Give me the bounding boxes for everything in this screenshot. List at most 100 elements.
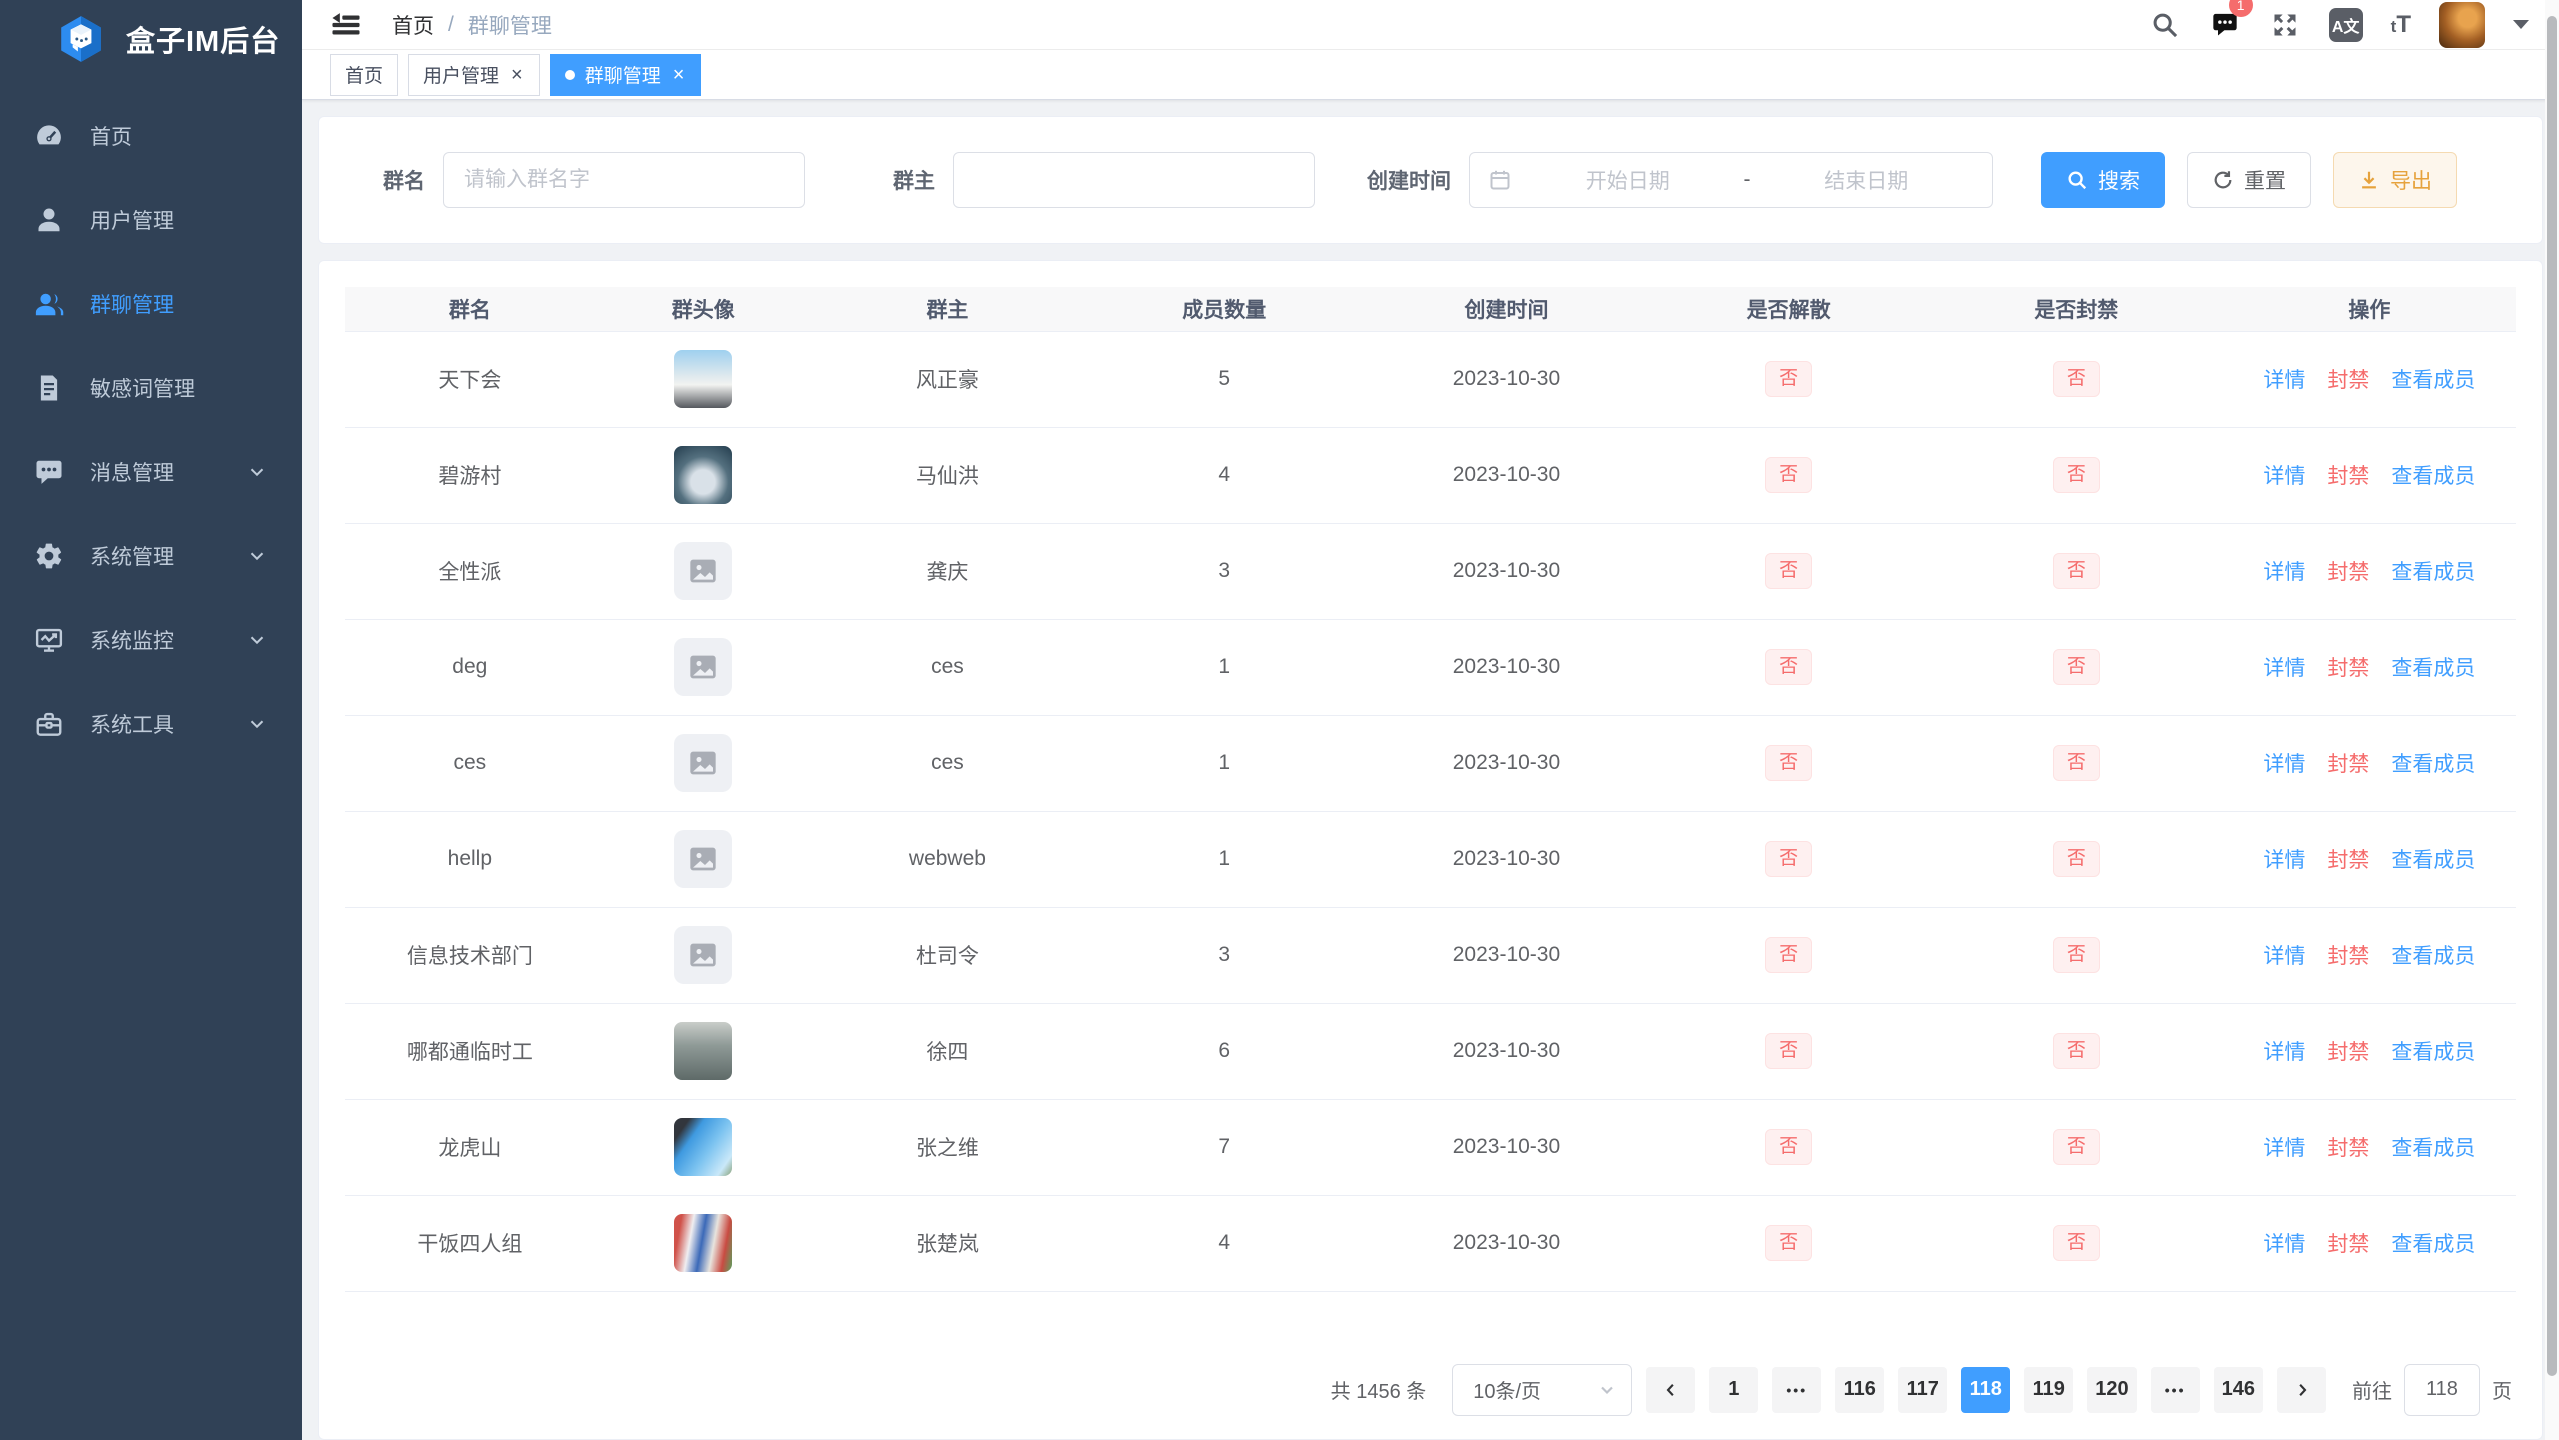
scrollbar-track[interactable] (2545, 0, 2559, 1440)
ban-link[interactable]: 封禁 (2327, 945, 2369, 968)
tab-1[interactable]: 用户管理× (408, 54, 540, 96)
detail-link[interactable]: 详情 (2263, 945, 2305, 968)
jump-suffix: 页 (2492, 1375, 2512, 1404)
group-avatar-cell (595, 1099, 812, 1195)
group-name-cell: ces (345, 715, 595, 811)
page-jumper: 前往 页 (2352, 1364, 2512, 1416)
sidebar-item-1[interactable]: 用户管理 (0, 178, 302, 262)
page-button-119[interactable]: 119 (2024, 1367, 2073, 1413)
jump-page-input[interactable] (2404, 1364, 2480, 1416)
detail-link[interactable]: 详情 (2263, 369, 2305, 392)
column-header-0: 群名 (345, 287, 595, 331)
view-members-link[interactable]: 查看成员 (2391, 1233, 2475, 1256)
tab-2[interactable]: 群聊管理× (550, 54, 702, 96)
banned-badge: 否 (2053, 1129, 2100, 1166)
message-icon[interactable]: 1 (2209, 9, 2241, 41)
next-page-button[interactable] (2277, 1367, 2326, 1413)
detail-link[interactable]: 详情 (2263, 465, 2305, 488)
actions-cell: 详情封禁查看成员 (2223, 715, 2516, 811)
toolbox-icon (34, 709, 64, 739)
prev-page-button[interactable] (1646, 1367, 1695, 1413)
sidebar-item-0[interactable]: 首页 (0, 94, 302, 178)
banned-cell: 否 (1930, 427, 2223, 523)
sidebar-fold-icon[interactable] (330, 9, 362, 41)
group-name-input[interactable] (443, 152, 805, 208)
page-button-116[interactable]: 116 (1835, 1367, 1884, 1413)
search-icon[interactable] (2149, 9, 2181, 41)
chevron-down-icon (246, 545, 268, 567)
page-button-120[interactable]: 120 (2087, 1367, 2136, 1413)
search-form-card: 群名 群主 创建时间 开始日期 - 结束日期 搜索 (318, 116, 2543, 244)
export-button[interactable]: 导出 (2333, 152, 2457, 208)
scrollbar-thumb[interactable] (2547, 16, 2557, 1376)
close-icon[interactable]: × (509, 65, 525, 85)
detail-link[interactable]: 详情 (2263, 561, 2305, 584)
group-name-cell: 干饭四人组 (345, 1195, 595, 1291)
ban-link[interactable]: 封禁 (2327, 1233, 2369, 1256)
ban-link[interactable]: 封禁 (2327, 753, 2369, 776)
ban-link[interactable]: 封禁 (2327, 369, 2369, 392)
start-date-placeholder[interactable]: 开始日期 (1520, 165, 1736, 195)
detail-link[interactable]: 详情 (2263, 1137, 2305, 1160)
view-members-link[interactable]: 查看成员 (2391, 369, 2475, 392)
ban-link[interactable]: 封禁 (2327, 849, 2369, 872)
detail-link[interactable]: 详情 (2263, 849, 2305, 872)
tab-0[interactable]: 首页 (330, 54, 398, 96)
app-logo[interactable]: 盒子IM后台 (0, 0, 302, 78)
detail-link[interactable]: 详情 (2263, 657, 2305, 680)
page-button-1[interactable]: 1 (1709, 1367, 1758, 1413)
breadcrumb-home[interactable]: 首页 (392, 10, 434, 40)
page-button-146[interactable]: 146 (2214, 1367, 2263, 1413)
breadcrumb-separator: / (448, 13, 454, 37)
fullscreen-icon[interactable] (2269, 9, 2301, 41)
view-members-link[interactable]: 查看成员 (2391, 753, 2475, 776)
calendar-icon (1488, 168, 1512, 192)
group-avatar (674, 1022, 732, 1080)
view-members-link[interactable]: 查看成员 (2391, 945, 2475, 968)
ban-link[interactable]: 封禁 (2327, 1137, 2369, 1160)
banned-badge: 否 (2053, 553, 2100, 590)
disbanded-badge: 否 (1765, 457, 1812, 494)
group-owner-cell: 徐四 (812, 1003, 1083, 1099)
end-date-placeholder[interactable]: 结束日期 (1759, 165, 1975, 195)
sidebar-item-3[interactable]: 敏感词管理 (0, 346, 302, 430)
detail-link[interactable]: 详情 (2263, 1233, 2305, 1256)
detail-link[interactable]: 详情 (2263, 753, 2305, 776)
font-size-icon[interactable]: tT (2391, 13, 2411, 37)
view-members-link[interactable]: 查看成员 (2391, 657, 2475, 680)
sidebar-item-5[interactable]: 系统管理 (0, 514, 302, 598)
pagination-total: 共 1456 条 (1331, 1375, 1427, 1404)
ban-link[interactable]: 封禁 (2327, 465, 2369, 488)
page-ellipsis[interactable]: ••• (2151, 1367, 2200, 1413)
member-count-cell: 1 (1083, 715, 1365, 811)
translate-icon[interactable]: A文 (2329, 8, 2363, 42)
view-members-link[interactable]: 查看成员 (2391, 465, 2475, 488)
date-range-picker[interactable]: 开始日期 - 结束日期 (1469, 152, 1993, 208)
page-button-118[interactable]: 118 (1961, 1367, 2010, 1413)
sidebar-item-4[interactable]: 消息管理 (0, 430, 302, 514)
view-members-link[interactable]: 查看成员 (2391, 1041, 2475, 1064)
disbanded-cell: 否 (1648, 811, 1930, 907)
page-ellipsis[interactable]: ••• (1772, 1367, 1821, 1413)
reset-button[interactable]: 重置 (2187, 152, 2311, 208)
ban-link[interactable]: 封禁 (2327, 1041, 2369, 1064)
sidebar-item-2[interactable]: 群聊管理 (0, 262, 302, 346)
member-count-cell: 1 (1083, 811, 1365, 907)
group-owner-input[interactable] (953, 152, 1315, 208)
page-button-117[interactable]: 117 (1898, 1367, 1947, 1413)
view-members-link[interactable]: 查看成员 (2391, 1137, 2475, 1160)
view-members-link[interactable]: 查看成员 (2391, 561, 2475, 584)
detail-link[interactable]: 详情 (2263, 1041, 2305, 1064)
sidebar-item-6[interactable]: 系统监控 (0, 598, 302, 682)
user-avatar[interactable] (2439, 2, 2485, 48)
sidebar-item-7[interactable]: 系统工具 (0, 682, 302, 766)
search-button[interactable]: 搜索 (2041, 152, 2165, 208)
close-icon[interactable]: × (671, 65, 687, 85)
ban-link[interactable]: 封禁 (2327, 561, 2369, 584)
actions-cell: 详情封禁查看成员 (2223, 427, 2516, 523)
chevron-down-icon[interactable] (2513, 20, 2529, 29)
view-members-link[interactable]: 查看成员 (2391, 849, 2475, 872)
page-size-select[interactable]: 10条/页 (1452, 1364, 1632, 1416)
ban-link[interactable]: 封禁 (2327, 657, 2369, 680)
banned-cell: 否 (1930, 523, 2223, 619)
